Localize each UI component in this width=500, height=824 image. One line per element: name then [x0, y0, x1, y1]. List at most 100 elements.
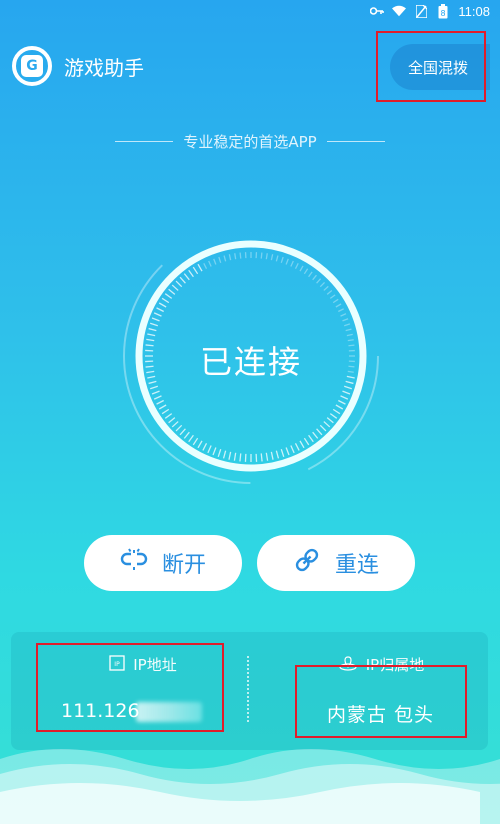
dial-tick: [212, 447, 217, 456]
dial-tick: [316, 278, 322, 284]
dial-tick: [345, 328, 352, 332]
ip-redaction-blur: [135, 701, 202, 722]
dial-tick: [168, 288, 176, 295]
dial-tick: [329, 294, 336, 299]
app-title: 游戏助手: [64, 55, 144, 80]
ip-address-value: 111.126: [61, 700, 140, 722]
dial-tick: [326, 417, 334, 424]
no-sim-icon: [414, 4, 428, 18]
dial-tick: [183, 431, 190, 439]
dial-tick: [344, 323, 351, 327]
dial-tick: [275, 450, 280, 459]
dial-tick: [312, 431, 319, 439]
ip-location-section: IP归属地 内蒙古 包头: [271, 632, 491, 750]
dial-tick: [161, 297, 170, 304]
dial-tick: [158, 302, 167, 308]
dial-tick: [175, 280, 183, 288]
dial-tick: [168, 417, 176, 424]
dial-tick: [203, 263, 208, 269]
dial-tick: [299, 440, 305, 449]
dial-tick: [158, 404, 167, 410]
dial-tick: [164, 293, 173, 299]
dial-tick: [329, 413, 338, 419]
connection-status: 已连接: [199, 343, 302, 381]
dial-tick: [151, 317, 160, 322]
dial-tick: [308, 434, 314, 443]
ip-address-section: IP IP地址 111.126: [33, 632, 253, 750]
dial-tick: [319, 282, 325, 288]
dial-tick: [228, 254, 232, 261]
dial-tick: [303, 437, 310, 446]
dial-tick: [197, 263, 203, 272]
dial-tick: [202, 443, 208, 451]
connection-dial[interactable]: 已连接: [120, 225, 382, 487]
dial-tick: [223, 255, 227, 262]
logo-letter: G: [21, 55, 43, 77]
dial-tick: [308, 271, 313, 278]
dial-tick: [335, 404, 344, 410]
ip-address-label: IP地址: [133, 656, 177, 674]
bottom-waves: [0, 749, 500, 824]
dial-tick: [217, 449, 222, 458]
dial-tick: [153, 312, 162, 317]
dial-tick: [265, 253, 268, 260]
disconnect-button[interactable]: 断开: [84, 535, 242, 591]
dial-tick: [234, 253, 237, 260]
unlink-icon: [120, 546, 148, 580]
dial-tick: [344, 385, 353, 390]
dial-tick: [239, 453, 242, 462]
dial-tick: [239, 252, 242, 259]
ip-icon: IP: [109, 654, 125, 675]
dial-tick: [270, 254, 274, 261]
dial-tick: [175, 424, 183, 432]
dial-tick: [188, 434, 194, 443]
dial-tick: [149, 385, 158, 390]
status-bar: 8 11:08: [0, 0, 500, 22]
dial-tick: [290, 260, 294, 267]
dial-tick: [326, 290, 333, 295]
dial-tick: [342, 318, 349, 322]
dial-tick: [265, 452, 269, 461]
dial-tick: [303, 268, 309, 275]
tagline: 专业稳定的首选APP: [0, 131, 500, 152]
mode-label: 全国混拨: [408, 58, 469, 77]
dial-tick: [179, 276, 186, 284]
dial-tick: [192, 266, 199, 275]
app-logo: G: [12, 46, 52, 86]
dial-tick: [280, 256, 284, 263]
key-icon: [370, 5, 385, 17]
svg-text:8: 8: [441, 9, 446, 18]
dial-tick: [179, 428, 186, 436]
battery-icon: 8: [436, 3, 450, 18]
dial-tick: [294, 263, 299, 269]
dial-tick: [285, 447, 290, 456]
dial-tick: [183, 273, 190, 281]
dial-tick: [156, 399, 164, 405]
svg-text:IP: IP: [115, 661, 121, 668]
dial-tick: [340, 313, 347, 317]
dial-tick: [340, 395, 349, 400]
dial-tick: [338, 399, 346, 405]
dial-tick: [290, 445, 295, 454]
ip-location-label: IP归属地: [365, 656, 425, 674]
dial-tick: [260, 453, 263, 462]
mode-selector-button[interactable]: 全国混拨: [390, 44, 490, 90]
dial-tick: [147, 333, 156, 337]
dial-tick: [275, 255, 279, 262]
dial-tick: [213, 258, 217, 265]
dial-tick: [207, 445, 212, 454]
dial-tick: [332, 298, 339, 304]
dial-tick: [299, 265, 304, 272]
dial-tick: [285, 258, 289, 265]
dial-tick: [319, 424, 327, 432]
reconnect-button[interactable]: 重连: [257, 535, 415, 591]
dial-tick: [197, 440, 203, 449]
ip-location-value: 内蒙古 包头: [327, 704, 435, 726]
dial-tick: [260, 252, 263, 259]
dial-tick: [280, 449, 285, 458]
clock-time: 11:08: [458, 3, 490, 19]
ip-info-panel: IP IP地址 111.126 IP归属地 内蒙古 包头: [11, 632, 488, 750]
dial-tick: [218, 256, 222, 263]
dial-tick: [222, 450, 227, 459]
dial-tick: [346, 333, 353, 337]
